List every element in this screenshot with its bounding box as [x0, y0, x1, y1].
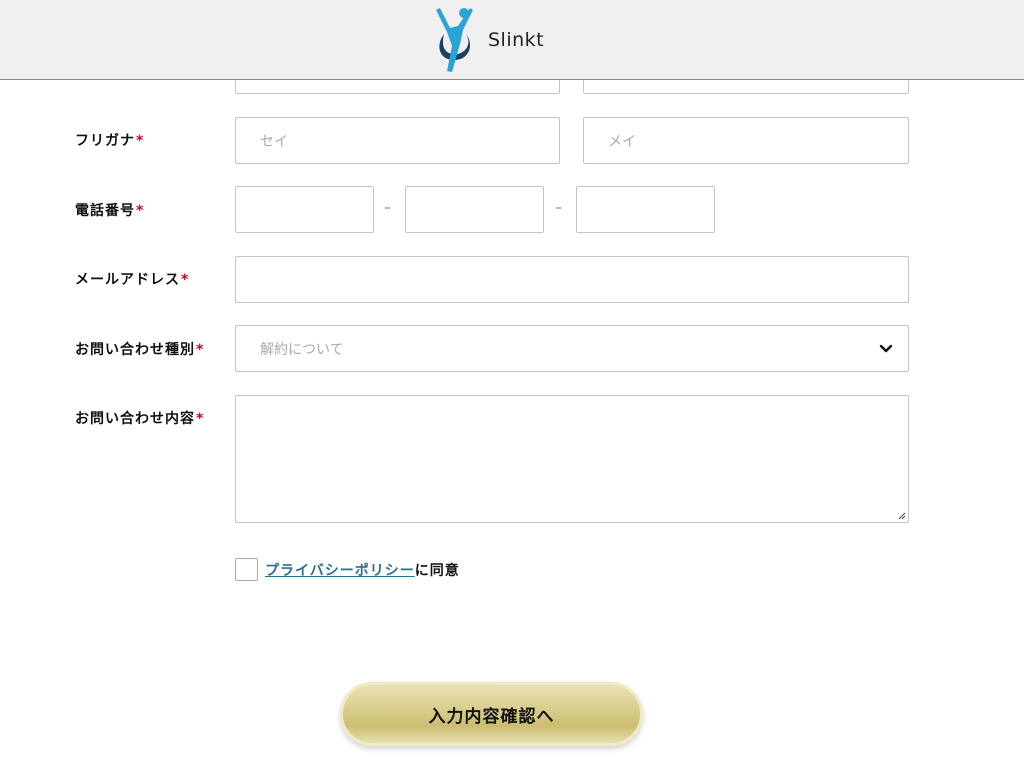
inquiry-content-textarea[interactable] [235, 395, 909, 523]
phone-part3-input[interactable] [576, 186, 715, 233]
furigana-sei-input[interactable]: セイ [235, 117, 560, 164]
phone-label: 電話番号* [75, 203, 145, 219]
required-mark: * [136, 133, 145, 149]
resize-handle-icon[interactable] [896, 510, 906, 520]
furigana-mei-placeholder: メイ [608, 133, 636, 150]
privacy-consent-checkbox[interactable] [235, 558, 258, 581]
phone-separator: – [384, 200, 391, 216]
privacy-policy-link[interactable]: プライバシーポリシー [265, 563, 415, 579]
site-header: Slinkt [0, 0, 1024, 80]
privacy-consent-suffix: に同意 [414, 563, 460, 579]
email-input[interactable] [235, 256, 909, 303]
phone-part2-input[interactable] [405, 186, 544, 233]
inquiry-content-label: お問い合わせ内容* [75, 411, 205, 427]
furigana-label: フリガナ* [75, 133, 145, 149]
phone-part1-input[interactable] [235, 186, 374, 233]
required-mark: * [136, 203, 145, 219]
required-mark: * [181, 272, 190, 288]
inquiry-type-select[interactable]: 解約について [235, 325, 909, 372]
chevron-down-icon [879, 344, 893, 353]
inquiry-type-selected: 解約について [260, 341, 344, 358]
brand-logo[interactable]: Slinkt [430, 4, 544, 76]
email-label: メールアドレス* [75, 272, 190, 288]
furigana-mei-input[interactable]: メイ [583, 117, 909, 164]
required-mark: * [196, 411, 205, 427]
inquiry-type-label: お問い合わせ種別* [75, 342, 205, 358]
jumping-person-logo-icon [436, 8, 473, 72]
furigana-sei-placeholder: セイ [260, 133, 288, 150]
required-mark: * [196, 342, 205, 358]
confirm-button[interactable]: 入力内容確認へ [340, 682, 643, 746]
privacy-consent-text: プライバシーポリシーに同意 [265, 560, 460, 580]
brand-name: Slinkt [488, 29, 545, 51]
phone-separator: – [555, 200, 562, 216]
